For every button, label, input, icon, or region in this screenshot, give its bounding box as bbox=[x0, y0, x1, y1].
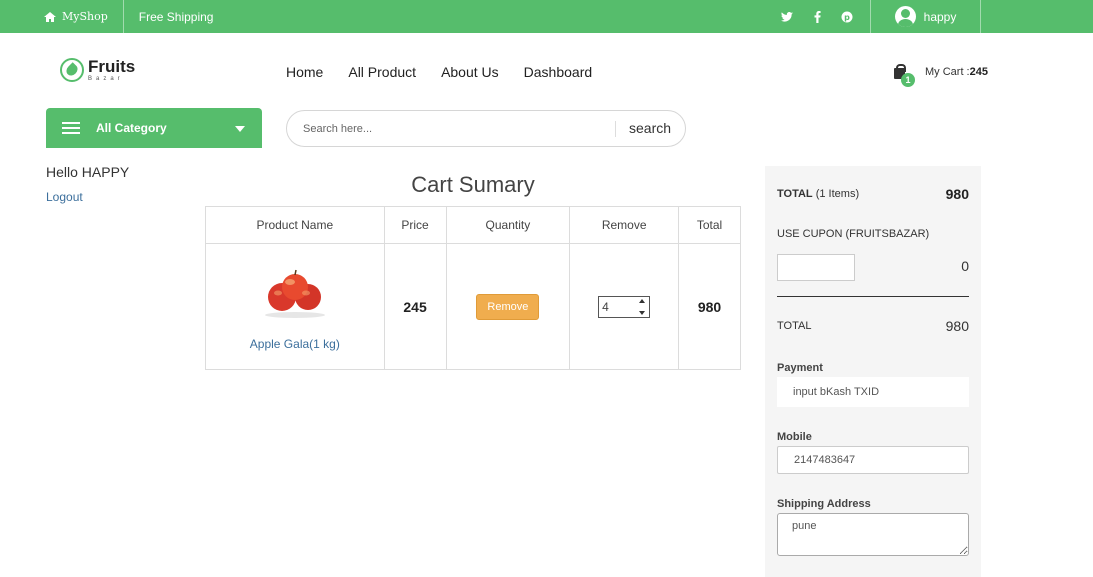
free-shipping-text: Free Shipping bbox=[138, 9, 214, 24]
grand-total-row: TOTAL 980 bbox=[777, 318, 969, 334]
coupon-row: USE CUPON (FRUITSBAZAR) bbox=[777, 228, 969, 240]
search-input[interactable] bbox=[303, 122, 603, 135]
cart-count-badge: 1 bbox=[901, 73, 915, 87]
shopping-bag-icon: 1 bbox=[893, 64, 915, 87]
summary-divider bbox=[777, 296, 969, 297]
search-divider bbox=[615, 121, 616, 137]
nav-home[interactable]: Home bbox=[286, 64, 323, 80]
leaf-logo-icon bbox=[60, 58, 84, 82]
order-summary-panel: TOTAL (1 Items) 980 USE CUPON (FRUITSBAZ… bbox=[765, 166, 981, 577]
apple-product-image[interactable] bbox=[260, 267, 330, 319]
item-price: 245 bbox=[403, 298, 427, 315]
svg-text:p: p bbox=[844, 13, 850, 22]
grand-total-label: TOTAL bbox=[777, 320, 812, 332]
col-price: Price bbox=[383, 206, 447, 244]
list-icon bbox=[62, 122, 80, 134]
username: happy bbox=[923, 9, 957, 24]
facebook-icon[interactable] bbox=[810, 10, 824, 24]
cart-table: Product Name Price Quantity Remove Total bbox=[205, 206, 741, 370]
spin-up-icon[interactable] bbox=[639, 298, 646, 303]
coupon-value-row: 0 bbox=[777, 258, 969, 274]
cart-link[interactable]: 1 My Cart :245 bbox=[893, 64, 988, 87]
coupon-discount-value: 0 bbox=[961, 258, 969, 274]
col-quantity: Quantity bbox=[445, 206, 571, 244]
col-product-name: Product Name bbox=[205, 206, 385, 244]
payment-txid-input[interactable]: input bKash TXID bbox=[777, 377, 969, 407]
summary-items-count: (1 Items) bbox=[815, 188, 860, 200]
coupon-label: USE CUPON (FRUITSBAZAR) bbox=[777, 228, 930, 240]
pinterest-icon[interactable]: p bbox=[840, 10, 854, 24]
mobile-value: 2147483647 bbox=[794, 454, 856, 466]
payment-label: Payment bbox=[777, 362, 823, 374]
item-total: 980 bbox=[697, 298, 722, 315]
total-cell: 980 bbox=[678, 243, 741, 370]
logo-sub-text: Bazar bbox=[88, 76, 124, 82]
nav-dashboard[interactable]: Dashboard bbox=[524, 64, 593, 80]
summary-total-value: 980 bbox=[945, 186, 969, 202]
shop-link[interactable]: MyShop bbox=[44, 0, 124, 33]
quantity-stepper[interactable]: 4 bbox=[598, 295, 651, 318]
grand-total-value: 980 bbox=[945, 318, 969, 334]
logo-main-text: Fruits bbox=[88, 57, 136, 76]
caret-down-icon bbox=[235, 126, 245, 132]
remove-action-cell: Remove bbox=[445, 243, 571, 370]
home-icon bbox=[44, 11, 56, 22]
quantity-cell: 4 bbox=[569, 243, 680, 370]
logo[interactable]: Fruits Bazar bbox=[60, 58, 135, 82]
table-row: Apple Gala(1 kg) 245 Remove 4 980 bbox=[205, 243, 741, 370]
main-nav: Home All Product About Us Dashboard bbox=[286, 64, 592, 80]
search-bar: search bbox=[286, 110, 686, 147]
col-total: Total bbox=[678, 206, 741, 244]
cart-label: My Cart :245 bbox=[925, 66, 988, 78]
top-bar: MyShop Free Shipping p happy bbox=[0, 0, 1093, 33]
nav-all-product[interactable]: All Product bbox=[348, 64, 416, 80]
shop-name: MyShop bbox=[62, 10, 108, 23]
price-cell: 245 bbox=[383, 243, 447, 370]
category-label: All Category bbox=[96, 121, 167, 135]
all-category-dropdown[interactable]: All Category bbox=[46, 108, 262, 148]
cart-total: 245 bbox=[969, 66, 988, 78]
cart-summary-title: Cart Sumary bbox=[411, 172, 535, 197]
remove-button[interactable]: Remove bbox=[476, 293, 540, 320]
user-menu[interactable]: happy bbox=[871, 0, 981, 33]
twitter-icon[interactable] bbox=[780, 10, 794, 24]
search-button[interactable]: search bbox=[629, 120, 671, 136]
avatar-icon bbox=[894, 6, 916, 27]
spin-down-icon[interactable] bbox=[639, 310, 646, 315]
logout-link[interactable]: Logout bbox=[46, 190, 83, 204]
greeting: Hello HAPPY bbox=[46, 164, 130, 180]
shipping-address-label: Shipping Address bbox=[777, 498, 871, 510]
product-cell: Apple Gala(1 kg) bbox=[205, 243, 385, 370]
summary-total-label: TOTAL bbox=[777, 188, 813, 200]
product-name-link[interactable]: Apple Gala(1 kg) bbox=[250, 337, 340, 351]
mobile-input[interactable]: 2147483647 bbox=[777, 446, 969, 474]
mobile-label: Mobile bbox=[777, 431, 812, 443]
summary-total-row: TOTAL (1 Items) 980 bbox=[777, 186, 969, 202]
quantity-value: 4 bbox=[602, 299, 609, 314]
col-remove: Remove bbox=[569, 206, 680, 244]
nav-about-us[interactable]: About Us bbox=[441, 64, 499, 80]
payment-placeholder: input bKash TXID bbox=[793, 386, 880, 398]
shipping-address-textarea[interactable]: pune bbox=[777, 513, 969, 556]
table-header-row: Product Name Price Quantity Remove Total bbox=[205, 206, 741, 244]
